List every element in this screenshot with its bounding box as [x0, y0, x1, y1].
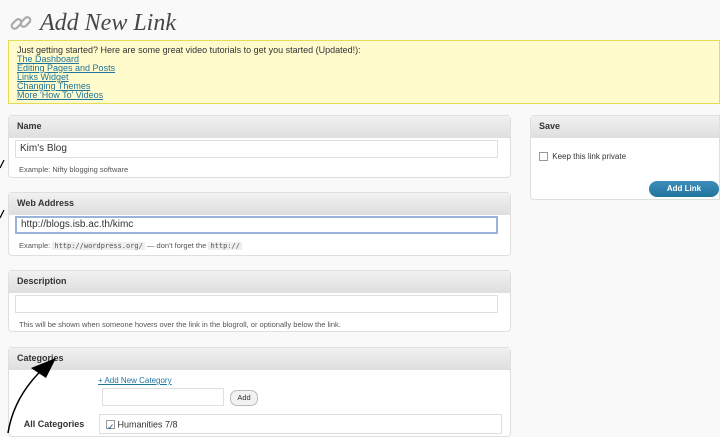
add-category-button[interactable]: Add — [230, 390, 258, 406]
new-category-input[interactable] — [102, 388, 224, 406]
annotation-stub-name — [0, 159, 5, 169]
web-address-header: Web Address — [9, 193, 510, 215]
notice-text: Just getting started? Here are some grea… — [17, 45, 361, 55]
description-box: Description This will be shown when some… — [8, 270, 511, 332]
private-option[interactable]: Keep this link private — [537, 152, 627, 162]
category-item[interactable]: Humanities 7/8 — [106, 418, 178, 436]
name-box-header: Name — [9, 116, 510, 138]
web-address-input[interactable]: http://blogs.isb.ac.th/kimc — [15, 216, 498, 234]
name-box: Name Kim's Blog Example: Nifty blogging … — [8, 115, 511, 178]
tutorial-link-more[interactable]: More 'How To' Videos — [17, 91, 711, 100]
private-label: Keep this link private — [552, 152, 627, 162]
description-header: Description — [9, 271, 510, 293]
private-checkbox[interactable] — [539, 152, 548, 162]
tutorial-notice: Just getting started? Here are some grea… — [8, 40, 720, 104]
description-input[interactable] — [15, 295, 498, 313]
page-title: Add New Link — [40, 10, 176, 36]
name-hint: Example: Nifty blogging software — [19, 165, 129, 174]
page-header: Add New Link — [8, 8, 708, 38]
tutorial-link-dashboard[interactable]: The Dashboard — [17, 55, 711, 64]
web-hint-middle: — don't forget the — [146, 241, 207, 250]
tutorial-link-widgets[interactable]: Links Widget — [17, 73, 711, 82]
annotation-stub-web — [0, 209, 5, 219]
add-new-category-link[interactable]: + Add New Category — [98, 376, 172, 385]
category-checkbox[interactable] — [106, 418, 115, 436]
save-header: Save — [531, 116, 719, 138]
category-label: Humanities 7/8 — [117, 419, 178, 430]
web-hint-protocol: http:// — [208, 242, 242, 250]
add-link-button[interactable]: Add Link — [649, 181, 719, 197]
tutorial-link-themes[interactable]: Changing Themes — [17, 82, 711, 91]
description-hint: This will be shown when someone hovers o… — [19, 320, 341, 329]
tutorial-link-editing[interactable]: Editing Pages and Posts — [17, 64, 711, 73]
tab-all-categories[interactable]: All Categories — [9, 414, 99, 434]
link-icon — [10, 16, 32, 30]
web-address-box: Web Address http://blogs.isb.ac.th/kimc … — [8, 192, 511, 256]
category-list: Humanities 7/8 — [99, 414, 502, 436]
web-address-hint: Example: http://wordpress.org/ — don't f… — [19, 241, 242, 250]
categories-header: Categories — [9, 348, 510, 370]
web-hint-prefix: Example: — [19, 241, 51, 250]
web-hint-example: http://wordpress.org/ — [52, 242, 145, 250]
categories-box: Categories + Add New Category Add All Ca… — [8, 347, 511, 437]
name-input[interactable]: Kim's Blog — [15, 140, 498, 158]
save-box: Save Keep this link private Add Link — [530, 115, 720, 200]
